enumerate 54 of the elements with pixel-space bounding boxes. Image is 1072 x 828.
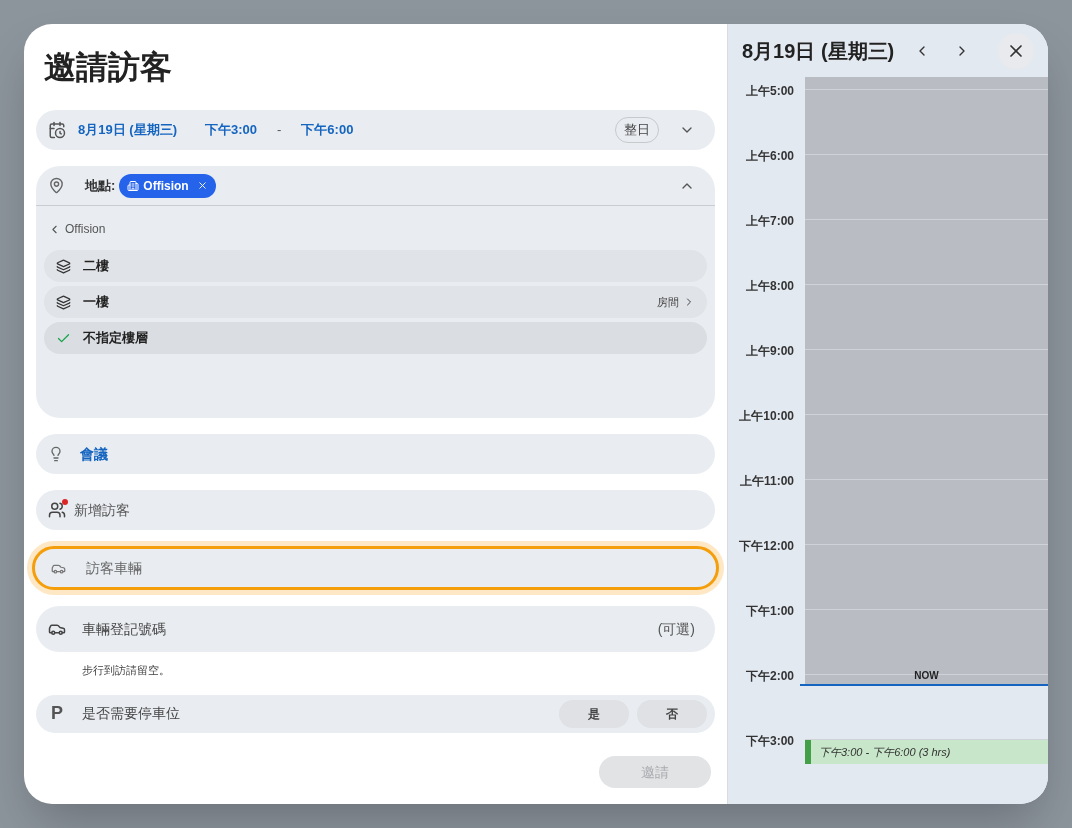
hour-label: 下午3:00 [744, 733, 794, 750]
hour-label: 上午10:00 [738, 408, 794, 425]
location-chip[interactable]: Offision [119, 173, 216, 198]
building-icon [127, 179, 140, 192]
visitors-field[interactable]: 新增訪客 [36, 490, 715, 530]
floor-option[interactable]: 一樓 房間 [44, 286, 707, 318]
parking-label: 是否需要停車位 [82, 704, 180, 723]
hour-label: 上午8:00 [744, 278, 794, 295]
hour-label: 上午9:00 [744, 343, 794, 360]
vehicle-placeholder: 訪客車輛 [86, 558, 142, 578]
start-time: 下午3:00 [204, 121, 257, 140]
calendar-date: 8月19日 (星期三) [742, 38, 895, 64]
date-text: 8月19日 (星期三) [78, 121, 177, 140]
hour-label: 下午1:00 [744, 603, 794, 620]
meeting-value: 會議 [80, 444, 108, 464]
back-link[interactable]: Offision [44, 220, 707, 238]
layers-icon [56, 258, 71, 274]
floor-label: 不指定樓層 [83, 329, 148, 348]
floor-option[interactable]: 不指定樓層 [44, 322, 707, 354]
plate-field[interactable]: 車輛登記號碼 (可選) [36, 606, 715, 652]
rooms-link[interactable]: 房間 [657, 293, 695, 311]
end-time: 下午6:00 [301, 121, 354, 140]
parking-icon: P [48, 700, 66, 727]
floor-option[interactable]: 二樓 [44, 250, 707, 282]
hour-label: 上午11:00 [738, 473, 794, 490]
optional-label: (可選) [657, 619, 695, 639]
floor-label: 二樓 [83, 257, 109, 276]
remove-icon[interactable] [196, 180, 208, 191]
location-label: 地點: [85, 176, 116, 195]
calendar-icon [48, 121, 66, 139]
close-button[interactable] [998, 32, 1034, 69]
event-time: 下午3:00 - 下午6:00 (3 hrs) [819, 744, 951, 760]
layers-icon [56, 294, 71, 310]
parking-option[interactable]: 否 [637, 699, 707, 728]
visitors-placeholder: 新增訪客 [74, 500, 130, 520]
parking-option[interactable]: 是 [559, 699, 629, 728]
floor-label: 一樓 [83, 293, 109, 312]
now-label: NOW [913, 669, 940, 683]
parking-field[interactable]: P 是否需要停車位 是 否 [36, 694, 715, 733]
dialog-title: 邀請訪客 [44, 48, 172, 87]
people-icon [48, 501, 66, 519]
walk-in-hint: 步行到訪請留空。 [81, 663, 171, 678]
location-pin-icon [48, 177, 65, 194]
lightbulb-icon [48, 446, 64, 462]
time-separator: - [277, 121, 282, 140]
meeting-field[interactable]: 會議 [36, 434, 715, 474]
date-time-field[interactable]: 8月19日 (星期三) 下午3:00 - 下午6:00 整日 [36, 110, 715, 150]
hour-label: 上午7:00 [744, 213, 794, 230]
hour-label: 下午2:00 [744, 668, 794, 685]
hour-label: 上午6:00 [744, 148, 794, 165]
plate-placeholder: 車輛登記號碼 [82, 619, 166, 639]
hour-label: 上午5:00 [744, 83, 794, 100]
event-block[interactable]: 下午3:00 - 下午6:00 (3 hrs) [805, 740, 1048, 764]
hour-label: 下午12:00 [738, 538, 794, 555]
